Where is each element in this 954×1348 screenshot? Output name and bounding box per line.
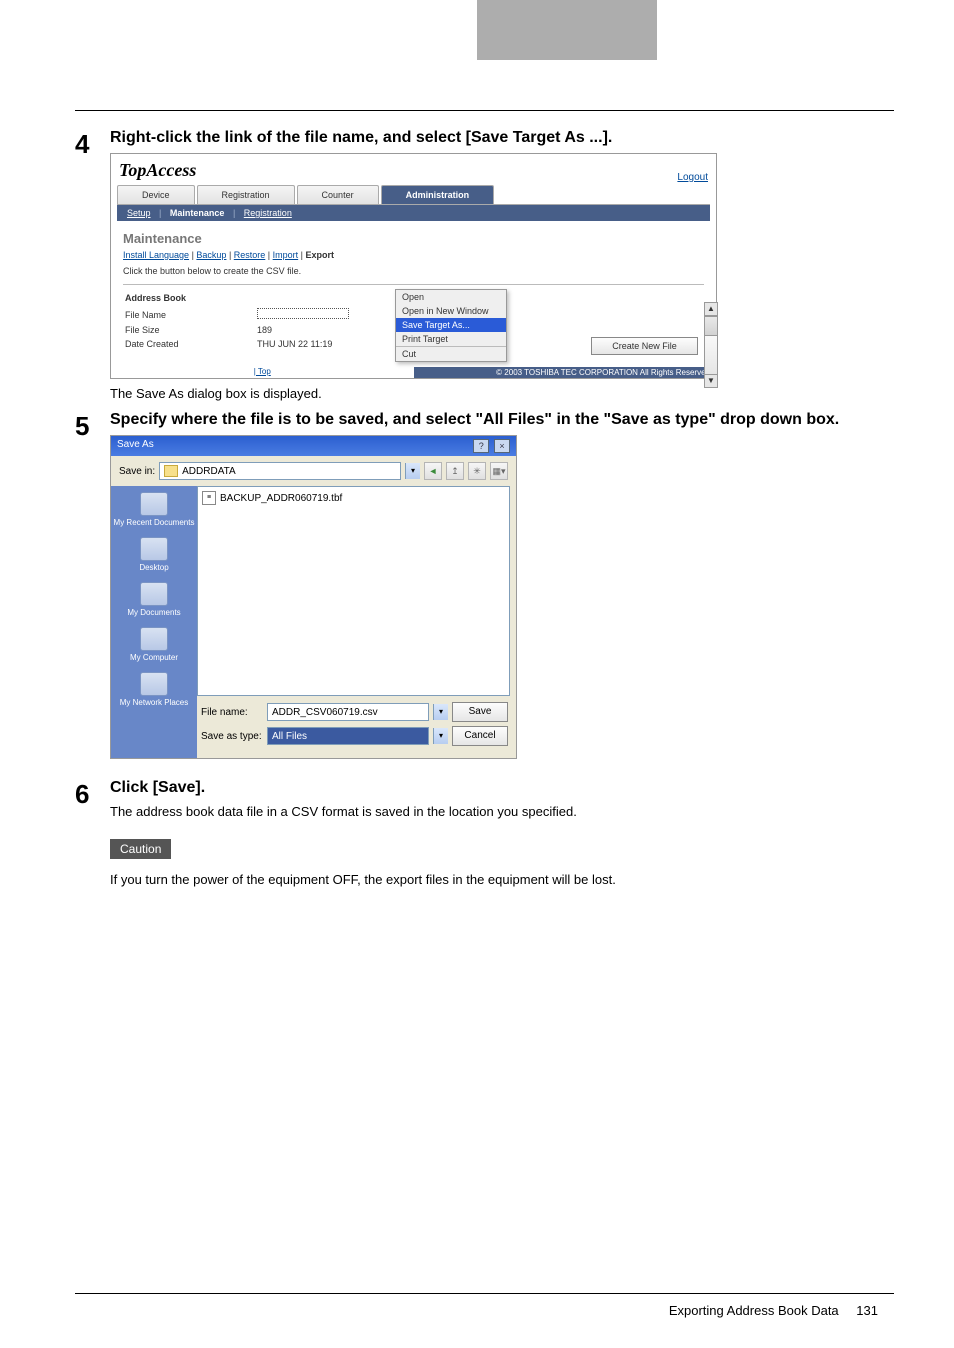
subtab-registration[interactable]: Registration xyxy=(244,208,292,218)
cm-save-target-as[interactable]: Save Target As... xyxy=(396,318,506,332)
saveastype-select[interactable]: All Files xyxy=(267,727,429,745)
up-icon[interactable]: ↥ xyxy=(446,462,464,480)
cm-open[interactable]: Open xyxy=(396,290,506,304)
top-tabs: Device Registration Counter Administrati… xyxy=(117,185,710,205)
list-item: ≡ BACKUP_ADDR060719.tbf xyxy=(202,491,505,505)
scroll-track[interactable] xyxy=(704,336,718,374)
create-new-file-button[interactable]: Create New File xyxy=(591,337,698,355)
back-icon[interactable]: ◄ xyxy=(424,462,442,480)
computer-icon xyxy=(140,627,168,651)
scrollbar[interactable]: ▲ ▼ xyxy=(704,302,718,370)
link-export[interactable]: Export xyxy=(306,250,335,260)
save-button[interactable]: Save xyxy=(452,702,508,722)
place-mydocuments[interactable]: My Documents xyxy=(111,582,197,617)
cm-cut[interactable]: Cut xyxy=(396,346,506,361)
filename-dropdown-icon[interactable]: ▾ xyxy=(433,704,448,720)
label-filesize: File Size xyxy=(125,324,255,336)
close-icon[interactable]: × xyxy=(494,439,510,453)
filename-input[interactable]: ADDR_CSV060719.csv xyxy=(267,703,429,721)
footer-text: Exporting Address Book Data xyxy=(669,1303,839,1318)
recent-icon xyxy=(140,492,168,516)
savein-select[interactable]: ADDRDATA xyxy=(159,462,401,480)
divider xyxy=(123,284,704,285)
step-4-after-text: The Save As dialog box is displayed. xyxy=(110,385,894,403)
topaccess-logo: TopAccess xyxy=(111,154,716,185)
logout-link[interactable]: Logout xyxy=(677,172,708,183)
newfolder-icon[interactable]: ✳ xyxy=(468,462,486,480)
top-rule xyxy=(75,110,894,111)
subtab-maintenance[interactable]: Maintenance xyxy=(170,208,225,218)
link-import[interactable]: Import xyxy=(273,250,299,260)
saveas-title-text: Save As xyxy=(117,439,154,453)
link-install[interactable]: Install Language xyxy=(123,250,189,260)
place-mycomputer[interactable]: My Computer xyxy=(111,627,197,662)
caution-badge: Caution xyxy=(110,839,171,859)
label-datecreated: Date Created xyxy=(125,338,255,350)
top-link[interactable]: | Top xyxy=(111,367,414,378)
saveas-titlebar: Save As ? × xyxy=(111,436,516,456)
step-4-title: Right-click the link of the file name, a… xyxy=(110,129,894,147)
link-restore[interactable]: Restore xyxy=(234,250,266,260)
saveastype-label: Save as type: xyxy=(201,731,263,742)
filename-label: File name: xyxy=(201,707,263,718)
views-icon[interactable]: ▦▾ xyxy=(490,462,508,480)
tab-administration[interactable]: Administration xyxy=(381,185,495,204)
subtab-setup[interactable]: Setup xyxy=(127,208,151,218)
sub-tabs: Setup | Maintenance | Registration xyxy=(117,205,710,221)
folder-icon xyxy=(164,465,178,477)
maintenance-linkbar: Install Language | Backup | Restore | Im… xyxy=(123,250,704,260)
filename-link[interactable] xyxy=(257,308,349,319)
label-filename: File Name xyxy=(125,307,255,322)
footer-rule xyxy=(75,1293,894,1294)
network-icon xyxy=(140,672,168,696)
scroll-down-icon[interactable]: ▼ xyxy=(704,374,718,388)
tab-device[interactable]: Device xyxy=(117,185,195,204)
step-5-title: Specify where the file is to be saved, a… xyxy=(110,411,894,429)
scroll-up-icon[interactable]: ▲ xyxy=(704,302,718,316)
caution-text: If you turn the power of the equipment O… xyxy=(110,871,894,889)
place-desktop[interactable]: Desktop xyxy=(111,537,197,572)
subtab-sep2: | xyxy=(233,208,235,218)
place-recent[interactable]: My Recent Documents xyxy=(111,492,197,527)
maintenance-heading: Maintenance xyxy=(123,231,704,246)
subtab-sep1: | xyxy=(159,208,161,218)
link-backup[interactable]: Backup xyxy=(196,250,226,260)
place-mynetwork[interactable]: My Network Places xyxy=(111,672,197,707)
savein-value: ADDRDATA xyxy=(182,466,236,477)
saveas-dialog: Save As ? × Save in: ADDRDATA ▾ ◄ ↥ ✳ xyxy=(110,435,517,759)
context-menu: Open Open in New Window Save Target As..… xyxy=(395,289,507,362)
help-icon[interactable]: ? xyxy=(473,439,489,453)
step-6-title: Click [Save]. xyxy=(110,779,894,797)
cancel-button[interactable]: Cancel xyxy=(452,726,508,746)
documents-icon xyxy=(140,582,168,606)
step-4-number: 4 xyxy=(75,129,110,157)
topaccess-screenshot: TopAccess Logout Device Registration Cou… xyxy=(110,153,717,379)
places-bar: My Recent Documents Desktop My Documents… xyxy=(111,486,197,758)
saveastype-dropdown-icon[interactable]: ▾ xyxy=(433,728,448,744)
footer-page-number: 131 xyxy=(856,1303,878,1318)
copyright: © 2003 TOSHIBA TEC CORPORATION All Right… xyxy=(414,367,717,378)
page-footer: Exporting Address Book Data 131 xyxy=(669,1303,878,1318)
file-icon: ≡ xyxy=(202,491,216,505)
scroll-thumb[interactable] xyxy=(704,316,718,336)
step-5-number: 5 xyxy=(75,411,110,439)
cm-print-target[interactable]: Print Target xyxy=(396,332,506,346)
step-6-number: 6 xyxy=(75,779,110,807)
cm-open-new-window[interactable]: Open in New Window xyxy=(396,304,506,318)
file-list[interactable]: ≡ BACKUP_ADDR060719.tbf xyxy=(197,486,510,696)
tab-registration[interactable]: Registration xyxy=(197,185,295,204)
desktop-icon xyxy=(140,537,168,561)
chevron-down-icon[interactable]: ▾ xyxy=(405,463,420,479)
csv-note: Click the button below to create the CSV… xyxy=(123,266,704,276)
tab-counter[interactable]: Counter xyxy=(297,185,379,204)
file-name[interactable]: BACKUP_ADDR060719.tbf xyxy=(220,493,342,504)
step-6-text: The address book data file in a CSV form… xyxy=(110,803,894,821)
savein-label: Save in: xyxy=(119,466,155,477)
